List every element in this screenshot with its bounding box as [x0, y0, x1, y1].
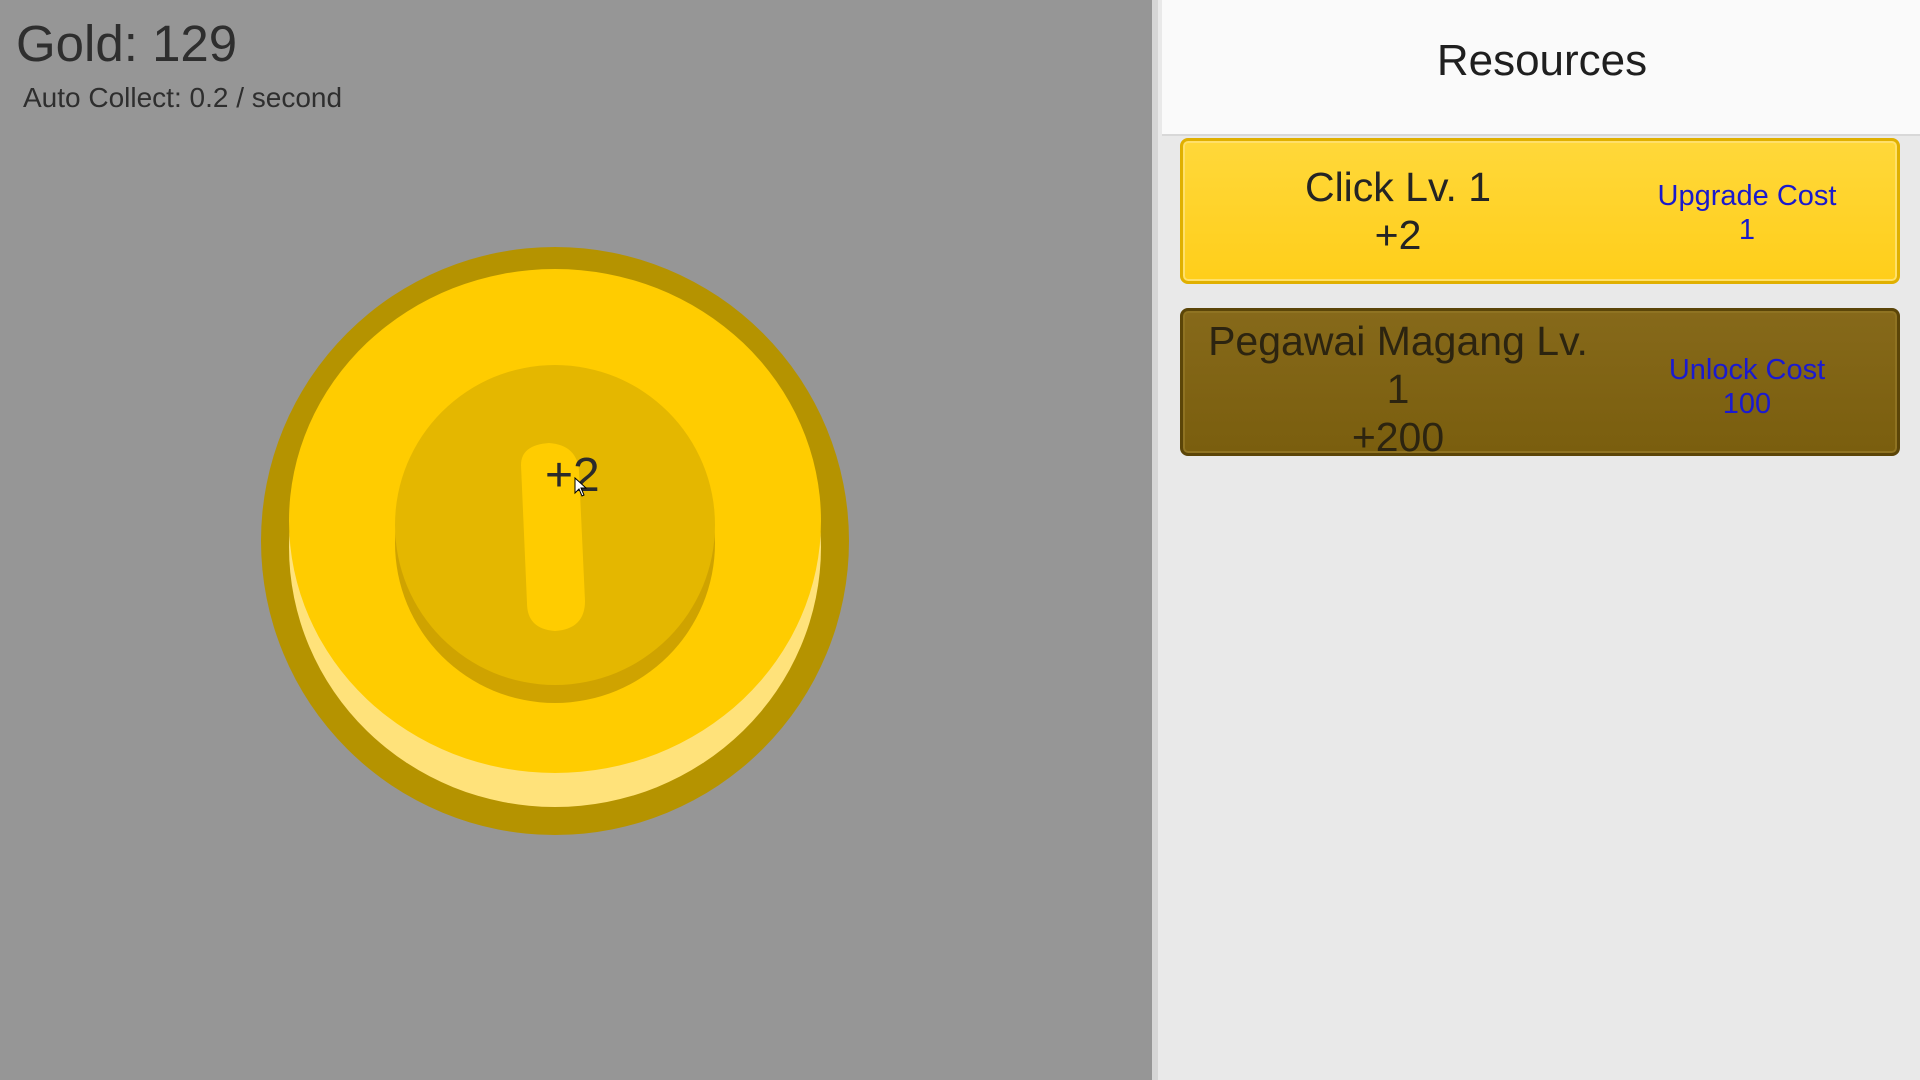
card-name: Pegawai Magang Lv. [1208, 318, 1588, 364]
card-name: Click Lv. 1 [1304, 164, 1492, 210]
card-info: Click Lv. 1 +2 [1183, 163, 1613, 259]
card-cost: Upgrade Cost 1 [1597, 179, 1897, 247]
game-area: Gold: 129 Auto Collect: 0.2 / second +2 [0, 0, 1152, 1080]
card-cost: Unlock Cost 100 [1597, 353, 1897, 421]
click-upgrade-card[interactable]: Click Lv. 1 +2 Upgrade Cost 1 [1180, 138, 1900, 284]
panel-title: Resources [1436, 36, 1648, 85]
card-level: 1 [1386, 366, 1410, 412]
card-info: Pegawai Magang Lv. 1 +200 [1183, 317, 1613, 461]
cost-value: 100 [1722, 388, 1772, 420]
coin-icon [261, 247, 849, 835]
pegawai-magang-card[interactable]: Pegawai Magang Lv. 1 +200 Unlock Cost 10… [1180, 308, 1900, 460]
card-bonus: +2 [1374, 212, 1422, 258]
resources-panel: Resources Click Lv. 1 +2 Upgrade Cost 1 … [1152, 0, 1920, 1080]
resources-header: Resources [1162, 0, 1920, 136]
cost-label: Unlock Cost [1668, 354, 1826, 386]
gold-coin-button[interactable] [259, 245, 851, 837]
game-window: Gold: 129 Auto Collect: 0.2 / second +2 … [0, 0, 1920, 1080]
card-bonus: +200 [1351, 414, 1445, 460]
auto-collect-rate: Auto Collect: 0.2 / second [23, 82, 343, 113]
gold-counter: Gold: 129 [16, 15, 238, 72]
cost-value: 1 [1738, 214, 1756, 246]
cost-label: Upgrade Cost [1657, 180, 1837, 212]
